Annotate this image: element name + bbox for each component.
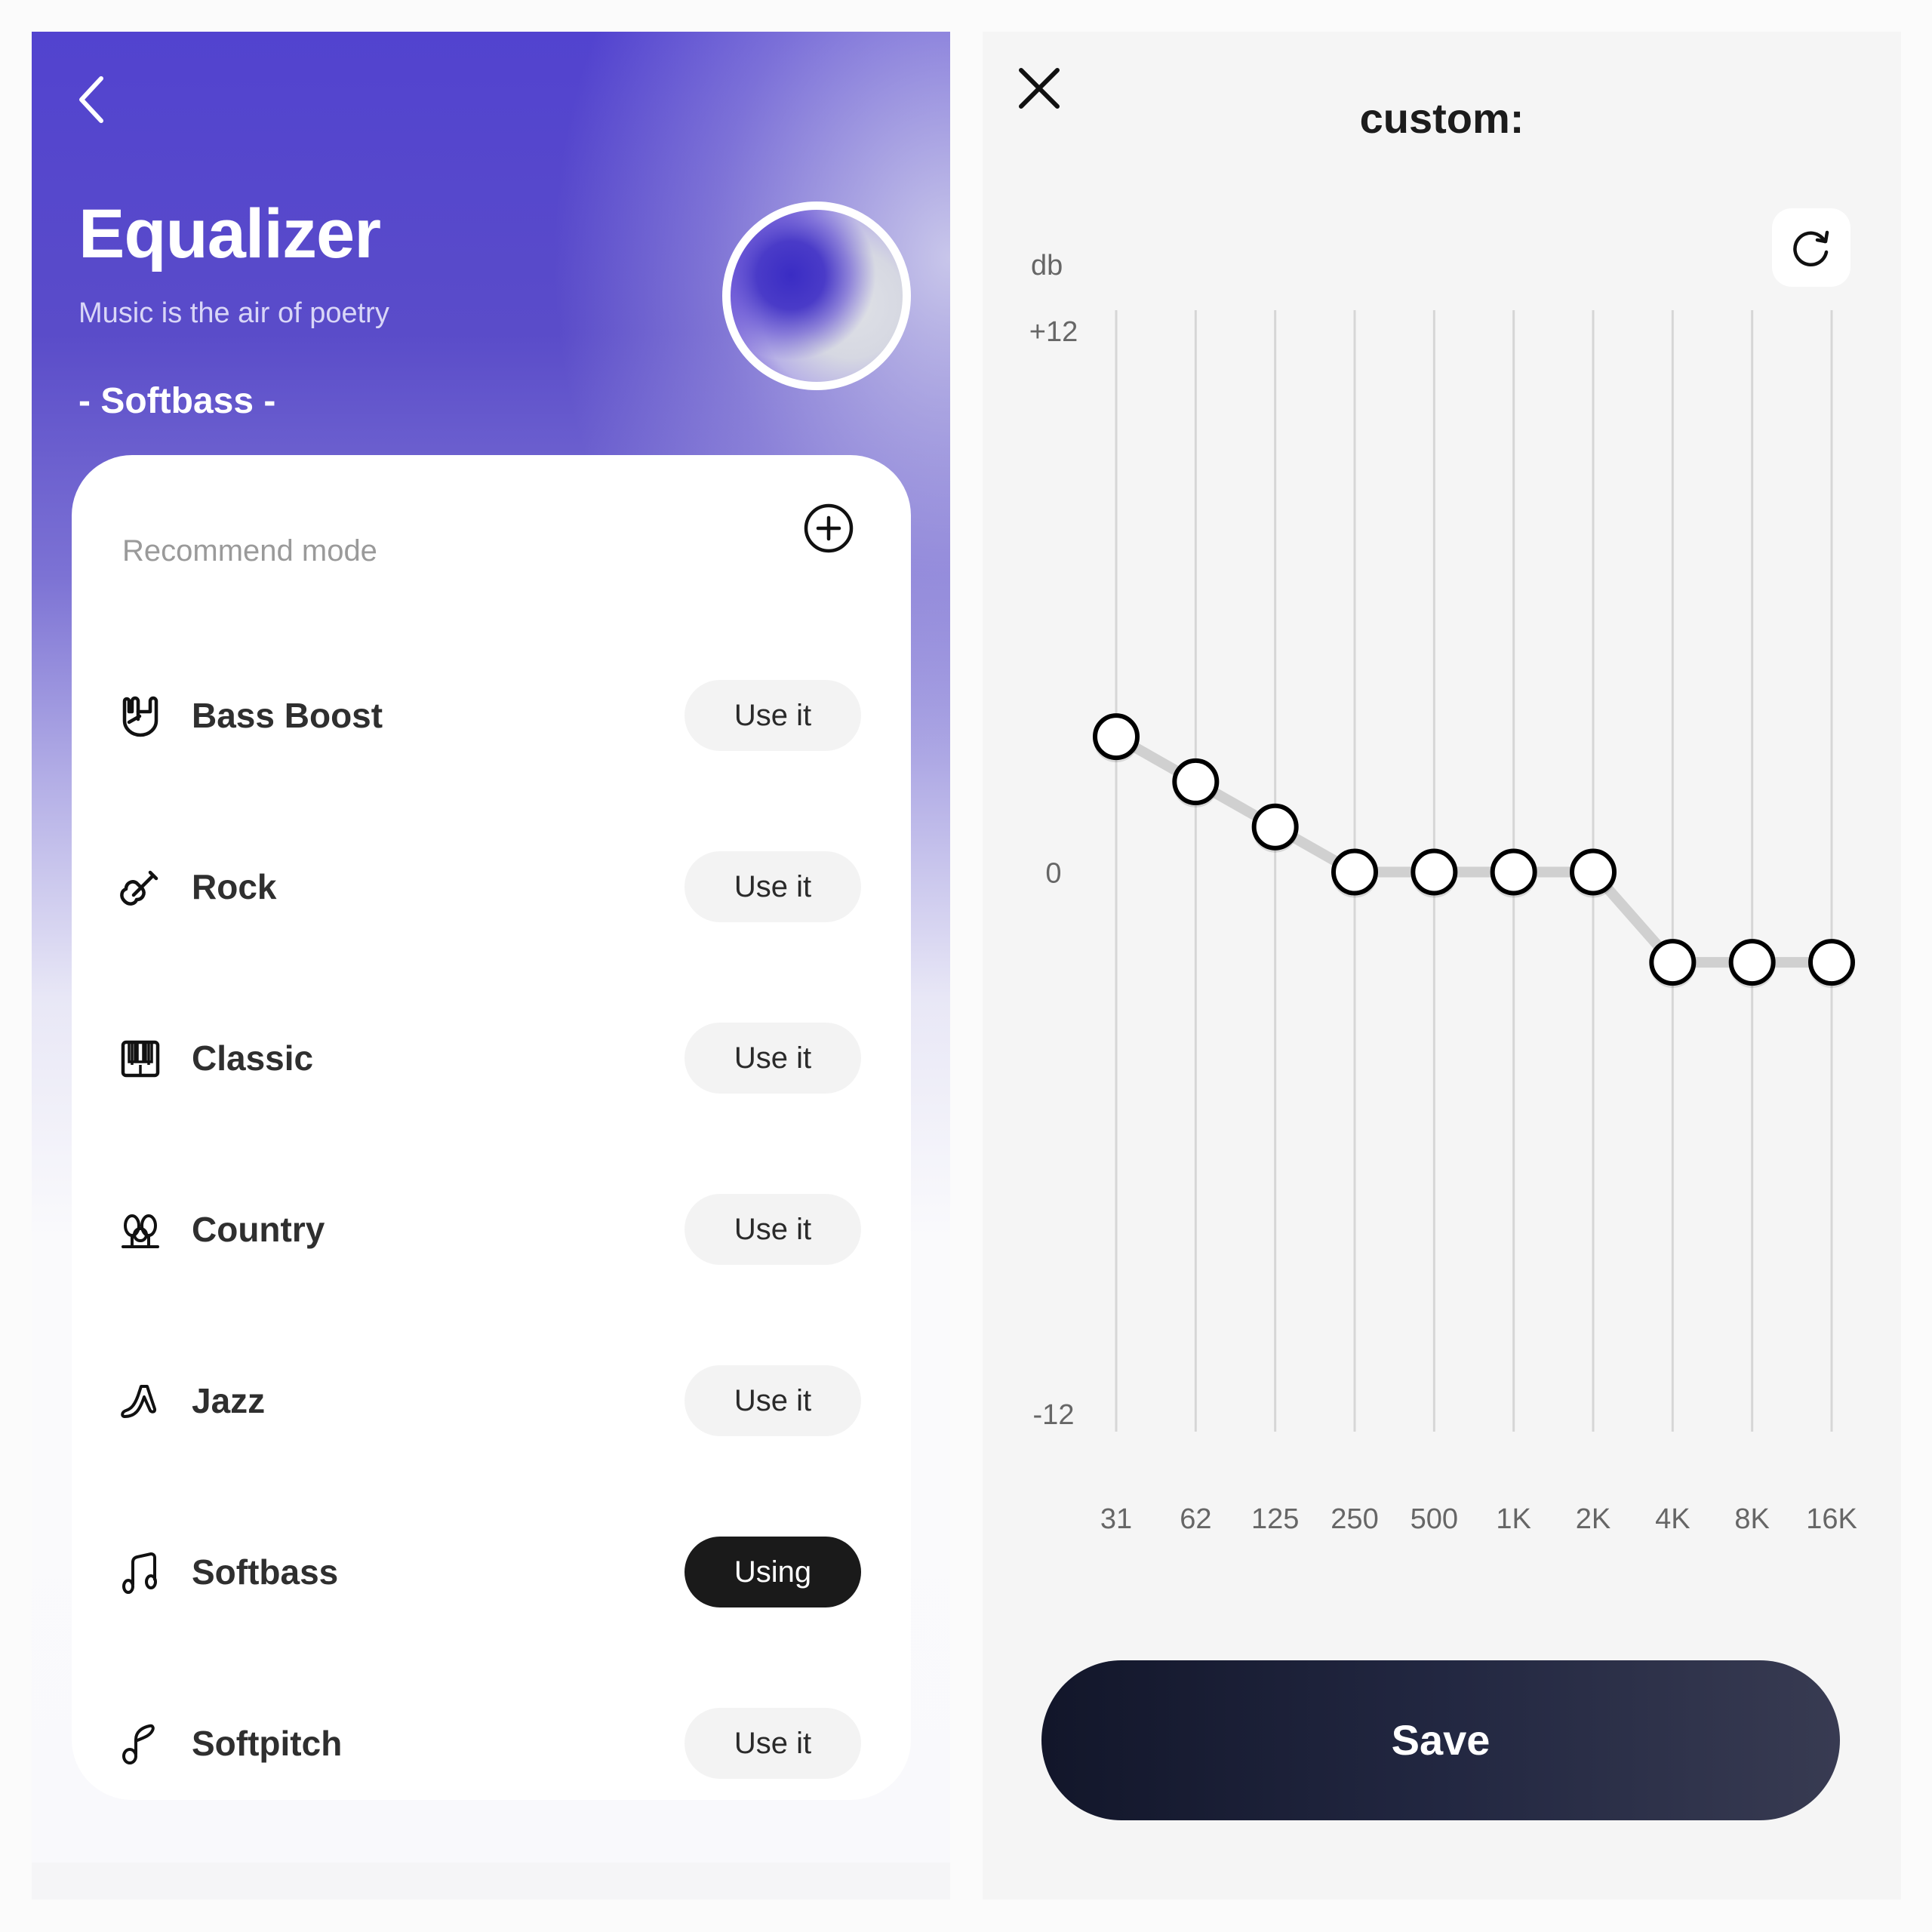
music-notes-icon	[122, 1552, 157, 1594]
card-header: Recommend mode	[122, 534, 377, 568]
use-it-button[interactable]: Use it	[685, 680, 861, 751]
save-button[interactable]: Save	[1041, 1660, 1840, 1820]
band-handle-16K[interactable]	[1808, 939, 1855, 986]
chevron-left-icon[interactable]	[68, 68, 113, 128]
eq-curve-line	[1113, 732, 1832, 968]
saxophone-icon	[121, 1385, 157, 1418]
x-tick-label: 125	[1251, 1503, 1299, 1535]
plus-circle-icon[interactable]	[802, 502, 855, 555]
piano-icon	[121, 1040, 160, 1078]
page-title: Equalizer	[78, 195, 381, 272]
trees-icon	[122, 1214, 159, 1248]
x-tick-label: 500	[1411, 1503, 1458, 1535]
x-tick-label: 8K	[1734, 1503, 1769, 1535]
mode-label: Softpitch	[192, 1724, 343, 1763]
mode-row-rock: Rock Use it	[72, 845, 911, 928]
mode-label: Country	[192, 1210, 325, 1249]
use-it-button[interactable]: Use it	[685, 851, 861, 922]
band-handle-125[interactable]	[1251, 803, 1299, 851]
x-tick-label: 1K	[1496, 1503, 1531, 1535]
band-handle-8K[interactable]	[1728, 939, 1776, 986]
mode-label: Rock	[192, 867, 277, 906]
use-it-button[interactable]: Use it	[685, 1365, 861, 1436]
band-handle-62[interactable]	[1172, 758, 1220, 805]
using-button[interactable]: Using	[685, 1537, 861, 1607]
mode-row-classic: Classic Use it	[72, 1017, 911, 1100]
page-subtitle: Music is the air of poetry	[78, 297, 389, 329]
mode-row-jazz: Jazz Use it	[72, 1359, 911, 1442]
album-art-avatar	[722, 202, 911, 390]
x-tick-label: 2K	[1576, 1503, 1611, 1535]
x-tick-label: 250	[1331, 1503, 1378, 1535]
rock-hand-icon	[122, 696, 158, 737]
recommend-mode-card: Recommend mode Bass Boost Use it Rock Us…	[72, 455, 911, 1800]
custom-equalizer-panel: custom: db +12 0 -12 31 62 125 250 500 1K 2K 4K 8K…	[983, 32, 1901, 1900]
band-handle-500[interactable]	[1411, 848, 1458, 896]
guitar-icon	[120, 870, 158, 906]
equalizer-presets-panel: Equalizer Music is the air of poetry - S…	[32, 32, 950, 1900]
y-tick-label: -12	[1033, 1399, 1075, 1431]
use-it-button[interactable]: Use it	[685, 1023, 861, 1094]
band-handle-250[interactable]	[1331, 848, 1378, 896]
mode-label: Bass Boost	[192, 696, 383, 735]
bottom-bar	[32, 1863, 950, 1900]
mode-row-country: Country Use it	[72, 1188, 911, 1271]
mode-row-softbass: Softbass Using	[72, 1531, 911, 1614]
band-handle-1K[interactable]	[1490, 848, 1537, 896]
x-tick-label: 62	[1180, 1503, 1211, 1535]
x-tick-label: 4K	[1655, 1503, 1690, 1535]
current-mode-label: - Softbass -	[78, 381, 276, 421]
band-handle-4K[interactable]	[1649, 939, 1697, 986]
use-it-button[interactable]: Use it	[685, 1708, 861, 1779]
x-tick-label: 16K	[1806, 1503, 1857, 1535]
mode-label: Classic	[192, 1038, 314, 1078]
equalizer-chart: db +12 0 -12 31 62 125 250 500 1K 2K 4K 8K 16K	[1029, 250, 1857, 1535]
x-tick-label: 31	[1100, 1503, 1132, 1535]
y-tick-label: +12	[1029, 316, 1078, 348]
mode-row-bass-boost: Bass Boost Use it	[72, 674, 911, 757]
use-it-button[interactable]: Use it	[685, 1194, 861, 1265]
music-note-icon	[122, 1724, 155, 1764]
band-handle-31[interactable]	[1093, 713, 1140, 761]
y-tick-label: 0	[1045, 858, 1061, 890]
y-axis-label: db	[1031, 250, 1063, 281]
mode-label: Jazz	[192, 1381, 266, 1420]
mode-label: Softbass	[192, 1552, 339, 1592]
band-handle-2K[interactable]	[1570, 848, 1617, 896]
mode-row-softpitch: Softpitch Use it	[72, 1702, 911, 1785]
